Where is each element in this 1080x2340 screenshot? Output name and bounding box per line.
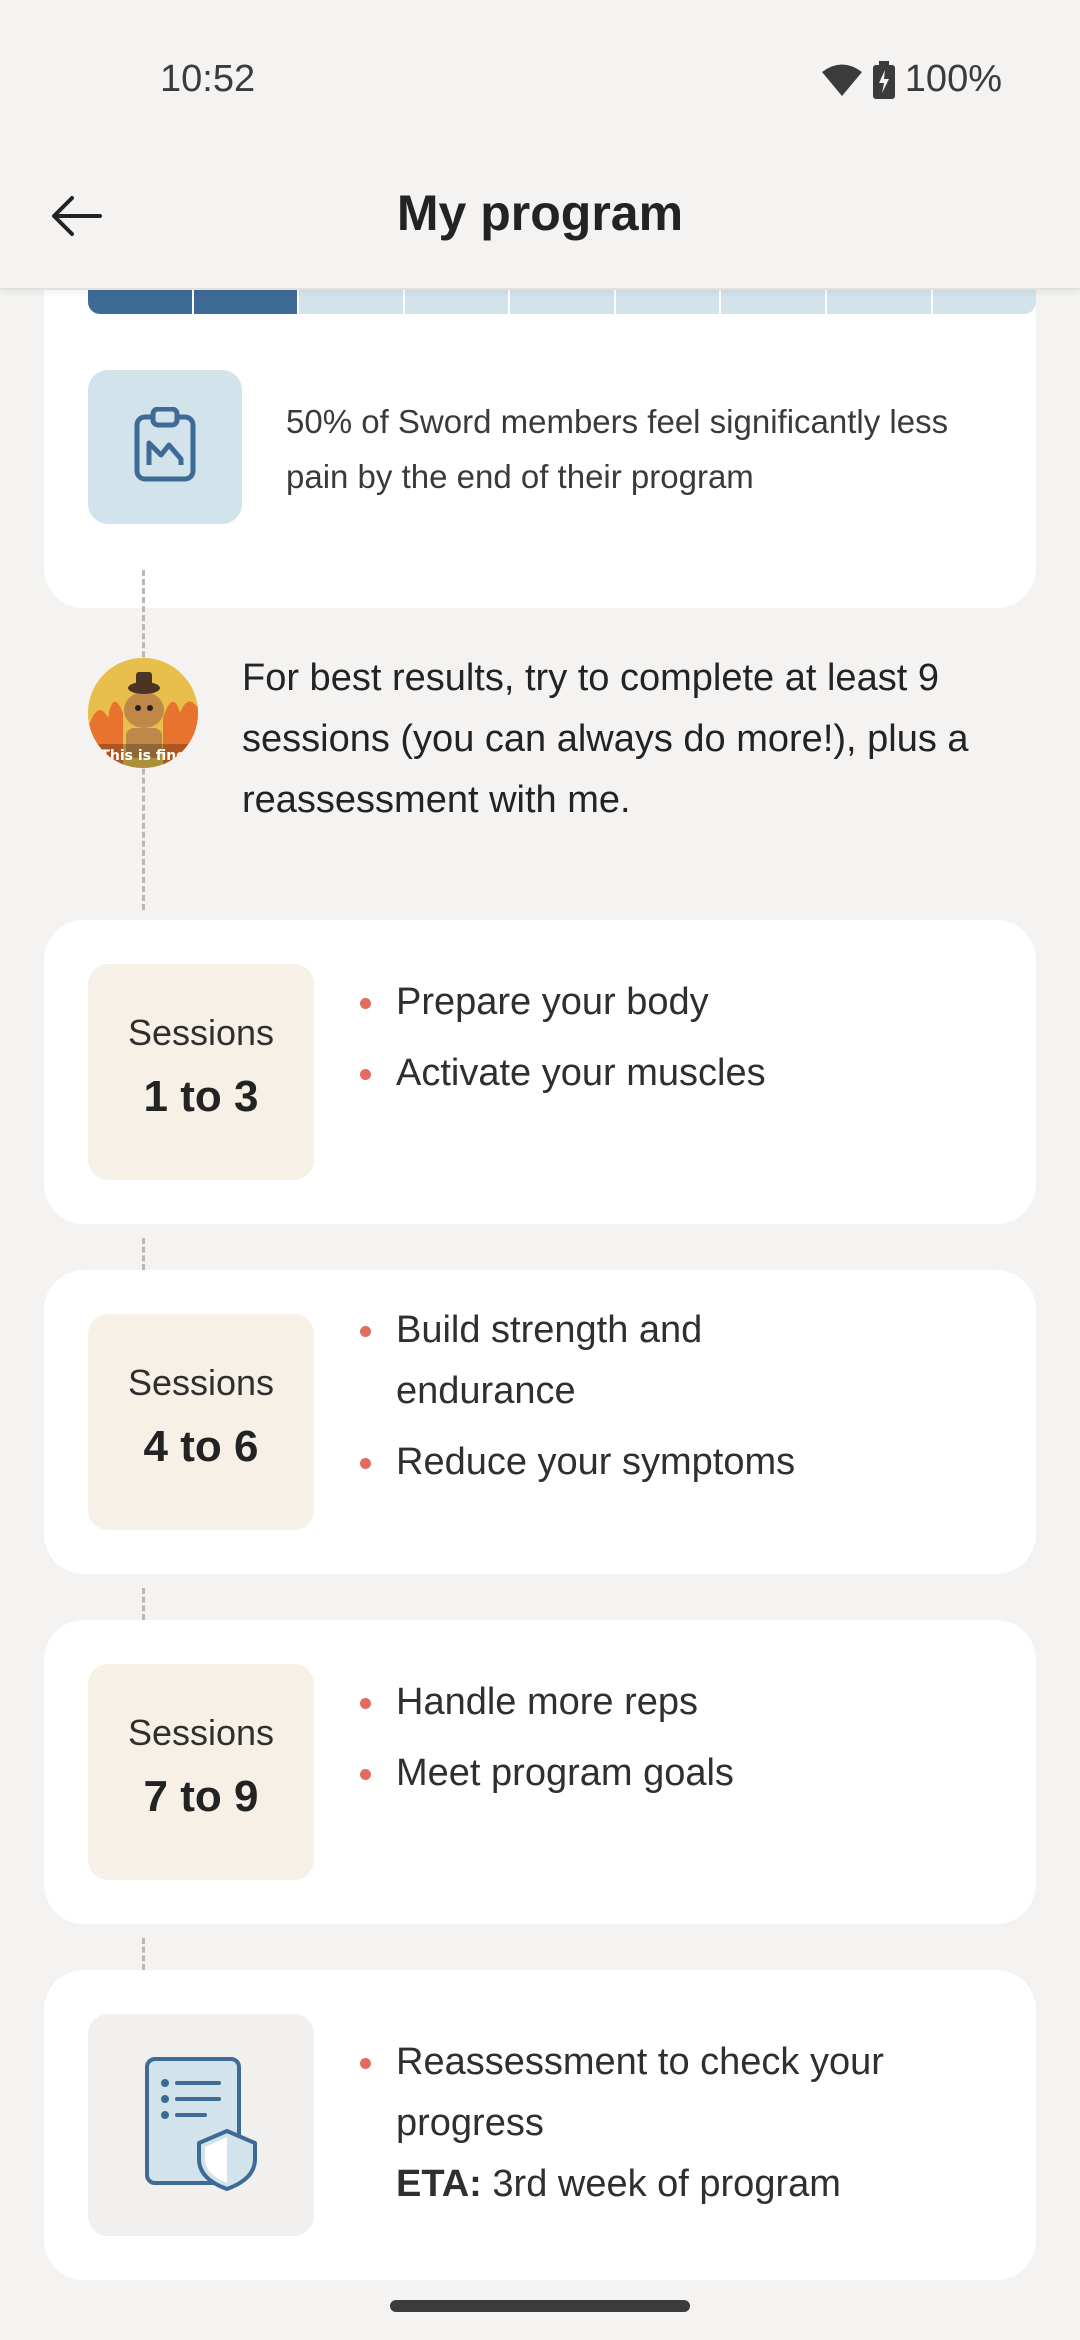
timeline-connector (142, 1938, 145, 1970)
goal-item: Activate your muscles (360, 1043, 1000, 1104)
phase-goals: Handle more reps Meet program goals (360, 1672, 1000, 1814)
session-range-box: Sessions 4 to 6 (88, 1314, 314, 1530)
goal-item: Build strength and endurance (360, 1300, 780, 1422)
progress-segment (510, 290, 616, 314)
clipboard-chart-icon (133, 406, 197, 488)
reassessment-details: Reassessment to check your progress ETA:… (360, 2032, 980, 2215)
reassessment-item: Reassessment to check your progress ETA:… (360, 2032, 980, 2215)
session-label: Sessions (127, 1712, 275, 1753)
session-label: Sessions (127, 1012, 275, 1053)
session-label: Sessions (127, 1362, 275, 1403)
reassessment-card: Reassessment to check your progress ETA:… (44, 1970, 1036, 2280)
phase-card: Sessions 4 to 6 Build strength and endur… (44, 1270, 1036, 1574)
progress-segment (404, 290, 511, 314)
timeline-connector (142, 1238, 145, 1270)
status-icons: 100% (821, 58, 1002, 101)
phase-goals: Prepare your body Activate your muscles (360, 972, 1000, 1114)
timeline-connector (142, 1588, 145, 1620)
session-range: 7 to 9 (143, 1772, 259, 1821)
stat-card: 50% of Sword members feel significantly … (44, 290, 1036, 608)
battery-percent: 100% (904, 58, 1002, 100)
status-bar: 10:52 100% (0, 0, 1080, 160)
reassessment-icon-box (88, 2014, 314, 2236)
program-content[interactable]: 50% of Sword members feel significantly … (0, 290, 1080, 2340)
session-range-box: Sessions 1 to 3 (88, 964, 314, 1180)
phase-card: Sessions 1 to 3 Prepare your body Activa… (44, 920, 1036, 1224)
session-range-box: Sessions 7 to 9 (88, 1664, 314, 1880)
progress-segment (826, 290, 933, 314)
phase-goals: Build strength and endurance Reduce your… (360, 1300, 1000, 1503)
progress-segment (932, 290, 1036, 314)
progress-segment (88, 290, 194, 314)
phase-card: Sessions 7 to 9 Handle more reps Meet pr… (44, 1620, 1036, 1924)
session-range: 1 to 3 (143, 1072, 259, 1121)
app-bar: My program (0, 160, 1080, 290)
goal-item: Meet program goals (360, 1743, 1000, 1804)
stat-text: 50% of Sword members feel significantly … (286, 403, 949, 495)
progress-segment (721, 290, 827, 314)
goal-item: Handle more reps (360, 1672, 1000, 1733)
coach-message: For best results, try to complete at lea… (242, 657, 969, 821)
document-shield-icon (141, 2053, 261, 2198)
home-indicator[interactable] (390, 2300, 690, 2312)
progress-segment (299, 290, 405, 314)
coach-avatar-icon: This is fine (88, 658, 198, 768)
goal-item: Reduce your symptoms (360, 1432, 1000, 1493)
battery-icon (872, 60, 895, 99)
progress-segment (193, 290, 300, 314)
program-progress-bar (88, 290, 1036, 314)
session-range: 4 to 6 (143, 1422, 259, 1471)
progress-segment (615, 290, 722, 314)
goal-item: Prepare your body (360, 972, 1000, 1033)
eta-label: ETA: (396, 2163, 482, 2205)
eta-value: 3rd week of program (481, 2163, 841, 2205)
status-time: 10:52 (160, 58, 256, 100)
avatar-caption: This is fine (100, 748, 185, 764)
page-title: My program (396, 185, 684, 241)
reassessment-text: Reassessment to check your progress (396, 2041, 884, 2144)
wifi-icon (821, 63, 863, 97)
stat-icon-box (88, 370, 242, 524)
